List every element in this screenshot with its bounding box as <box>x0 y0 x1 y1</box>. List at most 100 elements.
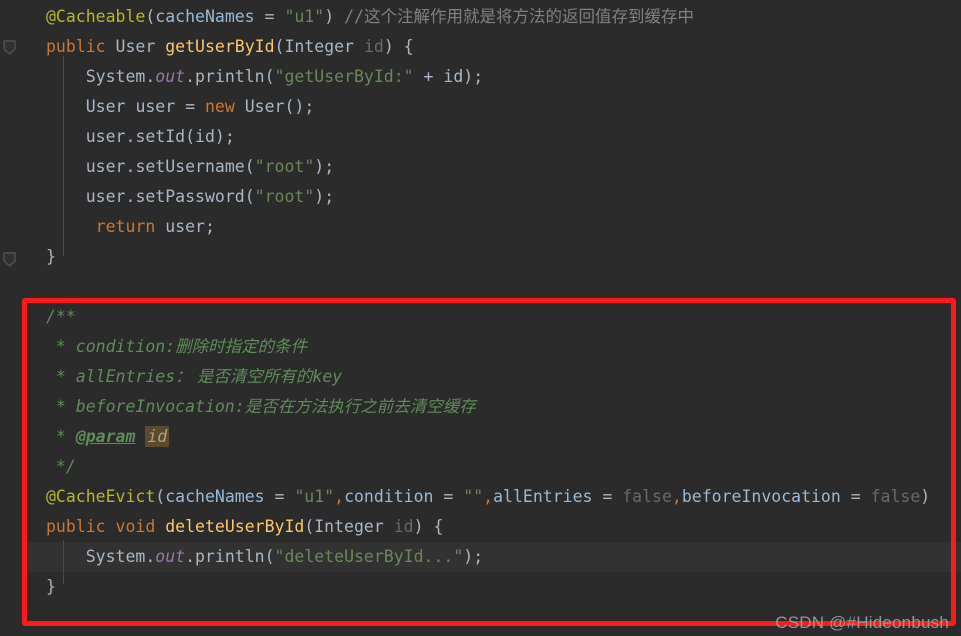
code-token: . <box>145 547 156 566</box>
code-token: out <box>155 67 186 86</box>
code-line[interactable]: user.setPassword("root"); <box>46 182 334 212</box>
code-token: id <box>443 67 464 86</box>
code-token: User <box>85 97 126 116</box>
code-token: new <box>205 97 235 116</box>
code-token: getUserById <box>165 37 275 56</box>
code-token: out <box>155 547 186 566</box>
code-line[interactable]: } <box>46 242 56 272</box>
code-token: = <box>840 487 871 506</box>
code-line[interactable]: * beforeInvocation:是否在方法执行之前去清空缓存 <box>46 392 476 422</box>
code-token: "u1" <box>294 487 335 506</box>
code-line[interactable]: */ <box>46 452 76 482</box>
code-token: id <box>195 127 215 146</box>
code-token: * allEntries <box>46 367 176 386</box>
code-token: 这个注解作用就是将方法的返回值存到缓存中 <box>363 7 694 26</box>
code-token: } <box>46 577 56 596</box>
code-token: , <box>671 487 682 506</box>
code-token: allEntries <box>493 487 593 506</box>
code-token: id <box>145 426 170 447</box>
code-token: ); <box>463 547 484 566</box>
code-line[interactable]: * allEntries： 是否清空所有的key <box>46 362 342 392</box>
code-token: key <box>312 367 343 386</box>
code-line[interactable]: User user = new User(); <box>46 92 315 122</box>
code-token: user <box>135 97 176 116</box>
code-token: @Cacheable <box>46 7 146 26</box>
code-line[interactable]: public User getUserById(Integer id) { <box>46 32 414 62</box>
code-token: id <box>393 517 414 536</box>
code-token: = <box>433 487 464 506</box>
code-content[interactable]: @Cacheable(cacheNames = "u1") //这个注解作用就是… <box>0 0 961 636</box>
code-token: * <box>46 427 76 446</box>
code-token: ) { <box>383 37 414 56</box>
code-token: public <box>46 517 106 536</box>
code-line[interactable]: * @param id <box>46 422 170 452</box>
code-token: = <box>254 7 285 26</box>
code-token: * beforeInvocation: <box>46 397 245 416</box>
code-token: ( <box>244 157 255 176</box>
code-token: setUsername <box>135 157 245 176</box>
code-token: 是否在方法执行之前去清空缓存 <box>244 397 476 416</box>
code-line[interactable]: public void deleteUserById(Integer id) { <box>46 512 443 542</box>
code-token: ); <box>214 127 235 146</box>
code-token: "root" <box>254 157 315 176</box>
code-line[interactable]: System.out.println("getUserById:" + id); <box>46 62 483 92</box>
code-token: + <box>413 67 444 86</box>
code-token: ); <box>314 157 335 176</box>
code-token: . <box>125 127 136 146</box>
code-token: public <box>46 37 106 56</box>
code-token: . <box>145 67 156 86</box>
code-token: System <box>85 547 146 566</box>
code-token: , <box>334 487 345 506</box>
code-token: ： 是否清空所有的 <box>175 367 313 386</box>
code-token: . <box>125 157 136 176</box>
code-token: ( <box>304 517 315 536</box>
code-token: println <box>195 67 265 86</box>
code-token: ( <box>145 7 156 26</box>
code-line[interactable]: return user; <box>46 212 215 242</box>
code-token: . <box>185 547 196 566</box>
code-line[interactable]: } <box>46 572 56 602</box>
code-token: ( <box>185 127 196 146</box>
code-token: cacheNames <box>155 7 255 26</box>
code-line[interactable]: @CacheEvict(cacheNames = "u1",condition … <box>46 482 930 512</box>
code-token: println <box>195 547 265 566</box>
code-token: ) { <box>413 517 444 536</box>
code-token: void <box>115 517 156 536</box>
code-token: condition <box>344 487 434 506</box>
code-line[interactable]: user.setUsername("root"); <box>46 152 334 182</box>
code-token: id <box>363 37 384 56</box>
code-token: "deleteUserById..." <box>274 547 464 566</box>
code-token: "getUserById:" <box>274 67 414 86</box>
code-token: = <box>175 97 205 116</box>
code-token: } <box>46 247 56 266</box>
code-token: user <box>85 157 126 176</box>
code-token: ( <box>244 187 255 206</box>
code-line[interactable]: System.out.println("deleteUserById..."); <box>46 542 483 572</box>
code-line[interactable]: user.setId(id); <box>46 122 235 152</box>
code-token: @param <box>75 427 136 446</box>
code-line[interactable]: @Cacheable(cacheNames = "u1") //这个注解作用就是… <box>46 2 694 32</box>
code-line[interactable]: * condition:删除时指定的条件 <box>46 332 307 362</box>
code-token: ( <box>274 37 285 56</box>
code-token: /** <box>46 307 76 326</box>
code-token: , <box>483 487 494 506</box>
code-token: "" <box>463 487 484 506</box>
code-line[interactable]: /** <box>46 302 76 332</box>
code-token: setId <box>135 127 186 146</box>
code-token: deleteUserById <box>165 517 305 536</box>
code-token: */ <box>46 457 76 476</box>
code-token: ( <box>264 547 275 566</box>
